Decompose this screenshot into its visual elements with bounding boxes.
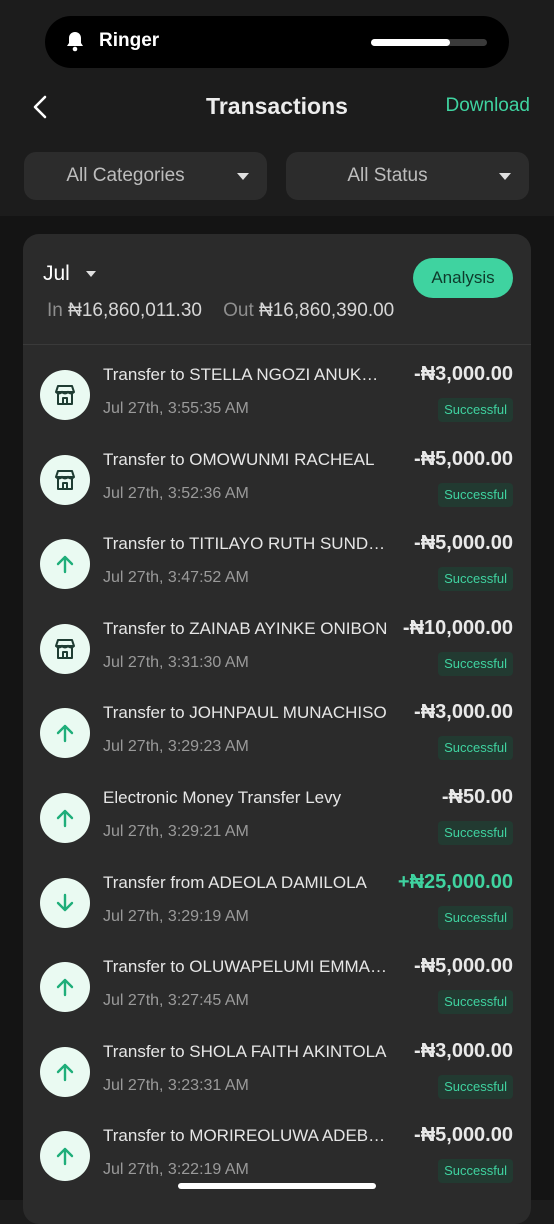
status-badge: Successful	[438, 736, 513, 761]
transaction-title: Transfer to MORIREOLUWA ADEBAYO	[103, 1126, 389, 1146]
transaction-title: Transfer to SHOLA FAITH AKINTOLA	[103, 1041, 387, 1061]
store-icon	[40, 370, 90, 420]
store-icon	[40, 454, 90, 505]
status-filter-label: All Status	[347, 165, 428, 186]
transaction-amount: -₦5,000.00	[414, 447, 513, 470]
category-filter-dropdown[interactable]: All Categories	[24, 152, 267, 200]
transaction-time: Jul 27th, 3:52:36 AM	[103, 484, 249, 502]
arrow-up-icon	[40, 708, 90, 759]
in-value: ₦16,860,011.30	[68, 300, 202, 321]
transaction-row[interactable]: Transfer to OMOWUNMI RACHEAL Jul 27th, 3:…	[23, 441, 531, 525]
transaction-amount: -₦5,000.00	[414, 955, 513, 978]
ringer-label: Ringer	[99, 30, 160, 51]
transaction-row[interactable]: Transfer to OLUWAPELUMI EMMANUEL Jul 27th…	[23, 948, 531, 1032]
divider	[23, 344, 531, 345]
transaction-title: Transfer to TITILAYO RUTH SUNDAY	[103, 534, 389, 554]
transaction-title: Transfer to STELLA NGOZI ANUKWU	[103, 365, 389, 384]
transaction-row[interactable]: Transfer from ADEOLA DAMILOLA Jul 27th, 3…	[23, 864, 531, 948]
arrow-up-icon	[40, 793, 90, 843]
transaction-title: Transfer to JOHNPAUL MUNACHISO	[103, 703, 387, 723]
transaction-row[interactable]: Transfer to JOHNPAUL MUNACHISO Jul 27th, …	[23, 694, 531, 778]
transaction-amount: -₦3,000.00	[414, 1039, 513, 1062]
transaction-time: Jul 27th, 3:31:30 AM	[103, 653, 249, 671]
transaction-time: Jul 27th, 3:23:31 AM	[103, 1076, 249, 1094]
transaction-title: Electronic Money Transfer Levy	[103, 788, 342, 807]
status-badge: Successful	[438, 567, 513, 592]
status-badge: Successful	[438, 1074, 513, 1099]
transaction-time: Jul 27th, 3:22:19 AM	[103, 1161, 249, 1179]
status-badge: Successful	[438, 821, 513, 845]
volume-bar-fill	[371, 39, 450, 46]
caret-down-icon	[237, 173, 249, 180]
transaction-time: Jul 27th, 3:29:21 AM	[103, 823, 249, 840]
transaction-time: Jul 27th, 3:29:23 AM	[103, 738, 249, 756]
arrow-up-icon	[40, 539, 90, 590]
month-summary: In ₦16,860,011.30 Out ₦16,860,390.00	[47, 300, 394, 322]
transaction-row[interactable]: Transfer to STELLA NGOZI ANUKWU Jul 27th,…	[23, 356, 531, 440]
status-badge: Successful	[438, 1159, 513, 1184]
home-indicator[interactable]	[178, 1183, 376, 1189]
transaction-title: Transfer to OLUWAPELUMI EMMANUEL	[103, 957, 389, 977]
status-badge: Successful	[438, 905, 513, 930]
transaction-amount: +₦25,000.00	[397, 870, 513, 893]
month-selector[interactable]: Jul	[43, 262, 70, 286]
analysis-button[interactable]: Analysis	[413, 258, 513, 298]
transaction-row[interactable]: Transfer to TITILAYO RUTH SUNDAY Jul 27th…	[23, 525, 531, 609]
transaction-amount: -₦5,000.00	[414, 532, 513, 555]
arrow-up-icon	[40, 1046, 90, 1097]
transaction-row[interactable]: Transfer to SHOLA FAITH AKINTOLA Jul 27th…	[23, 1033, 531, 1117]
status-filter-dropdown[interactable]: All Status	[286, 152, 529, 200]
transactions-card: Jul Analysis In ₦16,860,011.30 Out ₦16,8…	[23, 234, 531, 1224]
transaction-time: Jul 27th, 3:29:19 AM	[103, 907, 249, 925]
transaction-amount: -₦3,000.00	[414, 701, 513, 724]
status-badge: Successful	[438, 651, 513, 676]
transaction-title: Transfer to OMOWUNMI RACHEAL	[103, 449, 375, 469]
transaction-row[interactable]: Electronic Money Transfer Levy Jul 27th, …	[23, 779, 531, 863]
arrow-down-icon	[40, 877, 90, 928]
caret-down-icon[interactable]	[86, 271, 96, 277]
transaction-row[interactable]: Transfer to ZAINAB AYINKE ONIBON Jul 27th…	[23, 610, 531, 694]
arrow-up-icon	[40, 1131, 90, 1182]
download-button[interactable]: Download	[446, 95, 531, 117]
transaction-time: Jul 27th, 3:55:35 AM	[103, 400, 249, 417]
volume-bar	[371, 39, 487, 46]
transaction-amount: -₦5,000.00	[414, 1124, 513, 1147]
transaction-amount: -₦10,000.00	[402, 616, 513, 639]
in-label: In	[47, 300, 63, 321]
out-label: Out	[223, 300, 254, 321]
transaction-time: Jul 27th, 3:27:45 AM	[103, 992, 249, 1010]
caret-down-icon	[499, 173, 511, 180]
arrow-up-icon	[40, 962, 90, 1013]
transaction-amount: -₦50.00	[441, 786, 513, 808]
status-badge: Successful	[438, 990, 513, 1015]
transaction-amount: -₦3,000.00	[414, 363, 513, 385]
transaction-title: Transfer from ADEOLA DAMILOLA	[103, 872, 367, 892]
category-filter-label: All Categories	[66, 165, 185, 186]
out-value: ₦16,860,390.00	[259, 300, 395, 321]
transaction-time: Jul 27th, 3:47:52 AM	[103, 569, 249, 587]
ringer-status-pill: Ringer	[45, 16, 509, 68]
status-badge: Successful	[438, 398, 513, 422]
status-badge: Successful	[438, 482, 513, 507]
store-icon	[40, 623, 90, 674]
top-bar: Transactions Download	[0, 80, 554, 140]
transaction-title: Transfer to ZAINAB AYINKE ONIBON	[103, 618, 388, 638]
bell-icon	[65, 30, 85, 57]
